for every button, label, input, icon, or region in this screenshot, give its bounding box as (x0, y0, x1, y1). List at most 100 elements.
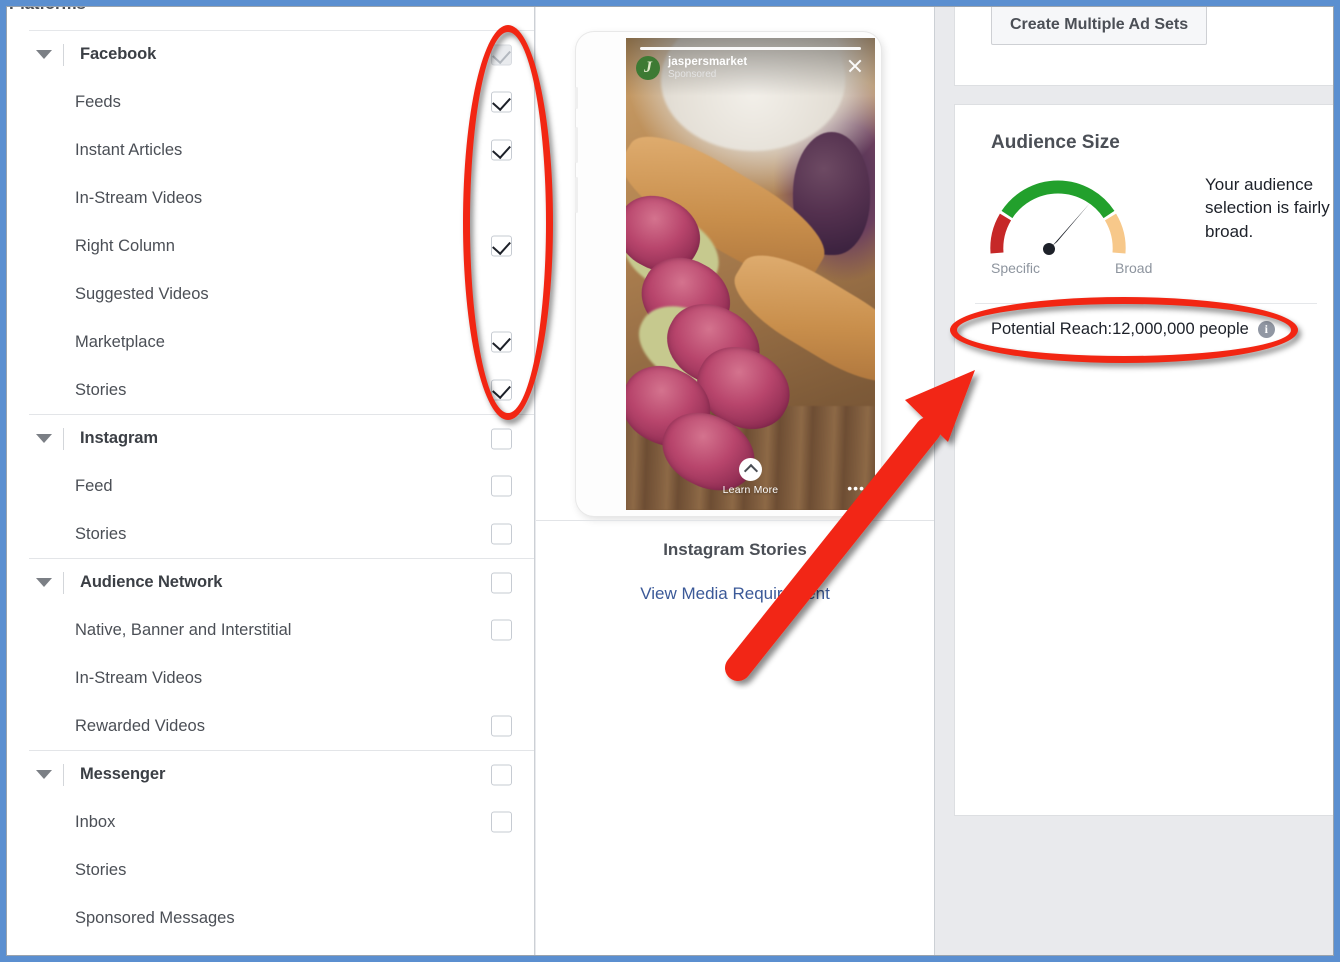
potential-reach-text: Potential Reach:12,000,000 people (991, 320, 1249, 338)
placement-title: Instagram Stories (663, 540, 807, 559)
platform-group-instagram[interactable]: Instagram (29, 415, 534, 462)
platform-item-label: Inbox (75, 812, 116, 831)
story-preview[interactable]: J jaspersmarket Sponsored Learn More ••• (626, 38, 875, 510)
platform-item-label: Stories (75, 524, 127, 543)
group-divider (63, 427, 64, 450)
ad-preview-panel: J jaspersmarket Sponsored Learn More •••… (536, 0, 935, 955)
platform-group-label: Audience Network (80, 573, 223, 591)
platform-item-label: Right Column (75, 236, 175, 255)
right-sidebar: time. Create Multiple Ad Sets Audience S… (936, 0, 1334, 955)
platform-item[interactable]: Sponsored Messages (29, 894, 534, 942)
platform-item[interactable]: Stories (29, 846, 534, 894)
platform-item[interactable]: Stories (29, 510, 534, 558)
sponsored-label: Sponsored (668, 69, 717, 81)
platform-item-label: In-Stream Videos (75, 188, 203, 207)
platform-item-label: Sponsored Messages (75, 908, 235, 927)
view-media-requirement-link[interactable]: View Media Requirement (536, 584, 934, 604)
ad-set-card: time. Create Multiple Ad Sets (954, 0, 1334, 86)
cta-swipe-up[interactable]: Learn More (626, 458, 875, 496)
info-icon[interactable]: i (1257, 321, 1275, 338)
platform-item-label: Feeds (75, 92, 121, 111)
audience-divider (975, 303, 1317, 304)
platform-item-checkbox[interactable] (491, 619, 512, 641)
platform-item[interactable]: In-Stream Videos (29, 174, 534, 222)
audience-size-gauge-icon (983, 171, 1133, 263)
group-divider (63, 763, 64, 786)
platform-item[interactable]: Native, Banner and Interstitial (29, 606, 534, 654)
platform-item[interactable]: Stories (29, 366, 534, 414)
platform-group-label: Messenger (80, 765, 166, 783)
ad-creative-image (626, 38, 875, 510)
platform-item-checkbox[interactable] (491, 715, 512, 737)
platform-item-checkbox[interactable] (491, 235, 512, 257)
platform-item[interactable]: In-Stream Videos (29, 654, 534, 702)
platform-group-checkbox[interactable] (491, 572, 512, 593)
close-icon[interactable] (847, 58, 863, 74)
platform-item-checkbox[interactable] (491, 811, 512, 833)
platform-group-checkbox[interactable] (491, 44, 512, 65)
platform-group-label: Facebook (80, 45, 157, 63)
platform-section: Instagram Feed Stories (29, 415, 534, 559)
platform-section: Facebook Feeds Instant Articles In-Stream V… (29, 31, 534, 415)
chevron-down-icon[interactable] (33, 434, 55, 443)
group-divider (63, 571, 64, 594)
gauge-label-broad: Broad (1115, 260, 1153, 276)
platform-group-facebook[interactable]: Facebook (29, 31, 534, 78)
avatar: J (636, 56, 660, 81)
platform-item-checkbox[interactable] (491, 379, 512, 401)
platform-item-checkbox[interactable] (491, 91, 512, 113)
audience-size-card: Audience Size Specific Broad Your audien… (954, 104, 1334, 816)
platform-group-audience-network[interactable]: Audience Network (29, 559, 534, 606)
platform-item[interactable]: Feeds (29, 78, 534, 126)
platforms-panel: Platforms Facebook Feeds Instant Articles I… (7, 0, 535, 955)
platform-item-label: Instant Articles (75, 140, 183, 159)
platform-item-label: Suggested Videos (75, 284, 209, 303)
platforms-heading: Platforms (9, 0, 86, 13)
potential-reach-row: Potential Reach:12,000,000 people i (991, 320, 1275, 339)
card-gap (954, 816, 1334, 826)
platform-item[interactable]: Marketplace (29, 318, 534, 366)
platform-item-label: Native, Banner and Interstitial (75, 620, 292, 639)
phone-button-icon (574, 87, 578, 109)
platform-item[interactable]: Instant Articles (29, 126, 534, 174)
group-divider (63, 43, 64, 66)
phone-volume-up-icon (574, 127, 578, 163)
platform-item[interactable]: Feed (29, 462, 534, 510)
platform-group-label: Instagram (80, 429, 158, 447)
platform-group-checkbox[interactable] (491, 764, 512, 785)
brand-name: jaspersmarket (668, 56, 748, 68)
brand-row: J jaspersmarket Sponsored (636, 56, 747, 81)
platform-item[interactable]: Right Column (29, 222, 534, 270)
platform-item-label: Rewarded Videos (75, 716, 205, 735)
platform-item-label: Stories (75, 380, 127, 399)
platform-item-checkbox[interactable] (491, 475, 512, 497)
gauge-label-specific: Specific (991, 260, 1041, 276)
platform-item-checkbox[interactable] (491, 523, 512, 545)
cta-label: Learn More (722, 484, 779, 496)
platform-section: Audience Network Native, Banner and Inter… (29, 559, 534, 751)
audience-message: Your audience selection is fairly broad. (1205, 175, 1330, 241)
preview-divider (536, 520, 934, 521)
phone-volume-down-icon (574, 177, 578, 213)
platform-item-checkbox[interactable] (491, 139, 512, 161)
story-progress-bar (640, 47, 861, 50)
chevron-down-icon[interactable] (33, 770, 55, 779)
platform-item[interactable]: Suggested Videos (29, 270, 534, 318)
platform-item-checkbox[interactable] (491, 331, 512, 353)
platform-item[interactable]: Rewarded Videos (29, 702, 534, 750)
platform-item-label: Feed (75, 476, 113, 495)
more-options-icon[interactable]: ••• (847, 481, 865, 495)
platform-list: Facebook Feeds Instant Articles In-Stream V… (29, 31, 534, 942)
chevron-down-icon[interactable] (33, 578, 55, 587)
platform-group-checkbox[interactable] (491, 428, 512, 449)
phone-mockup: J jaspersmarket Sponsored Learn More ••• (574, 32, 881, 516)
platform-item-label: Stories (75, 860, 127, 879)
chevron-down-icon[interactable] (33, 50, 55, 59)
platform-section: Messenger Inbox Stories Sponsored Messages (29, 751, 534, 942)
platform-item[interactable]: Inbox (29, 798, 534, 846)
platform-group-messenger[interactable]: Messenger (29, 751, 534, 798)
platform-item-label: Marketplace (75, 332, 165, 351)
create-multiple-ad-sets-button[interactable]: Create Multiple Ad Sets (991, 5, 1208, 45)
chevron-up-icon (739, 458, 762, 481)
screenshot-root: Platforms Facebook Feeds Instant Articles I… (0, 0, 1340, 962)
